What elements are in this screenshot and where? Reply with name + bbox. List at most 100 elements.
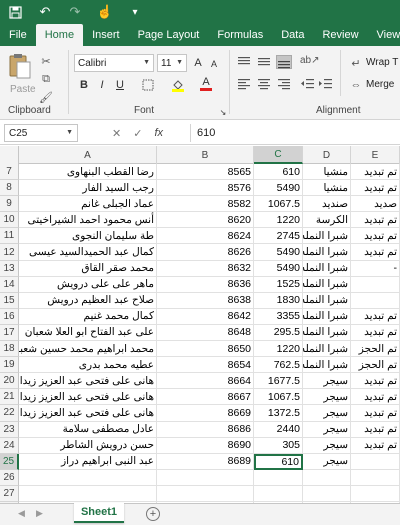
cell-c[interactable]: 1067.5 (254, 196, 303, 213)
cell-a[interactable]: على عبد الفتاح ابو العلا شعبان (19, 324, 157, 342)
row-header[interactable]: 21 (0, 389, 19, 406)
cell-b[interactable]: 8636 (157, 276, 254, 293)
cell-d[interactable]: منشيا (303, 164, 351, 181)
cell-e[interactable]: تم تبديد (351, 389, 400, 406)
cell-e[interactable]: تم تبديد (351, 228, 400, 245)
formula-input[interactable]: 610 (190, 124, 396, 142)
cell-e[interactable] (351, 469, 400, 486)
cell-b[interactable] (157, 485, 254, 502)
borders-icon[interactable] (140, 77, 156, 93)
prev-sheet-icon[interactable]: ◀ (18, 508, 25, 519)
cell-d[interactable]: شبرا النمله (303, 228, 351, 245)
align-top-icon[interactable] (236, 55, 252, 69)
cell-b[interactable]: 8642 (157, 308, 254, 325)
cell-e[interactable]: - (351, 260, 400, 277)
cell-d[interactable]: صنديد (303, 196, 351, 213)
align-middle-icon[interactable] (256, 55, 272, 69)
cell-d[interactable]: سيجر (303, 421, 351, 438)
row-header[interactable]: 9 (0, 196, 19, 213)
cell-b[interactable]: 8667 (157, 389, 254, 406)
cell-a[interactable] (19, 485, 157, 502)
cell-a[interactable]: محمد ابراهيم محمد حسين شعبان (19, 341, 157, 358)
font-size-dropdown[interactable]: 11 ▼ (157, 54, 187, 72)
underline-icon[interactable]: U (112, 77, 128, 93)
column-header-b[interactable]: B (157, 146, 254, 164)
cell-d[interactable]: سيجر (303, 405, 351, 422)
tab-formulas[interactable]: Formulas (208, 24, 272, 46)
row-header[interactable]: 18 (0, 341, 19, 358)
row-header[interactable]: 7 (0, 164, 19, 181)
font-color-icon[interactable]: A (198, 76, 214, 92)
cell-d[interactable]: شبرا النمله (303, 308, 351, 325)
tab-page-layout[interactable]: Page Layout (129, 24, 209, 46)
undo-icon[interactable]: ↶ (36, 3, 54, 21)
cell-a[interactable]: حسن درويش الشاطر (19, 437, 157, 454)
cell-e[interactable] (351, 453, 400, 470)
redo-icon[interactable]: ↷ (66, 3, 84, 21)
cell-d[interactable]: سيجر (303, 453, 351, 470)
tab-data[interactable]: Data (272, 24, 313, 46)
cell-c[interactable]: 295.5 (254, 324, 303, 342)
cell-a[interactable]: طة سليمان النجوى (19, 228, 157, 245)
cell-e[interactable]: تم الحجز (351, 357, 400, 374)
align-center-icon[interactable] (256, 77, 272, 91)
cell-b[interactable]: 8624 (157, 228, 254, 245)
orientation-icon[interactable]: ab↗ (300, 55, 320, 69)
cell-c[interactable]: 1677.5 (254, 373, 303, 390)
fill-color-icon[interactable] (170, 77, 186, 93)
decrease-indent-icon[interactable] (300, 77, 316, 91)
cell-e[interactable]: تم تبديد (351, 308, 400, 325)
align-right-icon[interactable] (276, 77, 292, 91)
cell-e[interactable]: تم تبديد (351, 164, 400, 181)
row-header[interactable]: 24 (0, 437, 19, 454)
cell-d[interactable]: شبرا النمله (303, 324, 351, 342)
cell-b[interactable]: 8638 (157, 292, 254, 309)
cell-b[interactable]: 8620 (157, 212, 254, 229)
cancel-icon[interactable]: ✕ (112, 127, 121, 140)
cell-a[interactable]: عبد النبى ابراهيم دراز (19, 453, 157, 470)
cell-e[interactable]: تم تبديد (351, 373, 400, 390)
cell-e[interactable] (351, 292, 400, 309)
cell-d[interactable]: سيجر (303, 373, 351, 390)
cell-c[interactable]: 2745 (254, 228, 303, 245)
cell-b[interactable]: 8654 (157, 357, 254, 374)
cell-a[interactable]: هانى على فتحى عبد العزيز زيدان (19, 405, 157, 422)
cell-e[interactable]: تم تبديد (351, 244, 400, 261)
cell-b[interactable]: 8669 (157, 405, 254, 422)
cell-b[interactable]: 8664 (157, 373, 254, 390)
cell-a[interactable] (19, 469, 157, 486)
name-box[interactable]: C25 ▼ (4, 124, 78, 142)
cell-d[interactable]: الكرسة (303, 212, 351, 229)
cell-e[interactable] (351, 276, 400, 293)
cell-c[interactable]: 305 (254, 437, 303, 454)
cell-d[interactable]: سيجر (303, 389, 351, 406)
cell-b[interactable]: 8650 (157, 341, 254, 358)
cell-b[interactable]: 8648 (157, 324, 254, 342)
cell-c[interactable]: 1220 (254, 212, 303, 229)
row-header[interactable]: 11 (0, 228, 19, 245)
cell-e[interactable]: تم تبديد (351, 324, 400, 342)
format-painter-icon[interactable]: 🖌 (38, 90, 54, 104)
row-header[interactable]: 27 (0, 485, 19, 502)
cell-c[interactable]: 1372.5 (254, 405, 303, 422)
cell-b[interactable]: 8632 (157, 260, 254, 277)
add-sheet-icon[interactable]: + (146, 507, 160, 521)
cell-b[interactable]: 8565 (157, 164, 254, 181)
row-header[interactable]: 10 (0, 212, 19, 229)
tab-view[interactable]: View (368, 24, 400, 46)
tab-file[interactable]: File (0, 24, 36, 46)
enter-icon[interactable]: ✓ (133, 127, 142, 140)
row-header[interactable]: 15 (0, 292, 19, 309)
row-header[interactable]: 12 (0, 244, 19, 261)
cell-e[interactable]: تم تبديد (351, 180, 400, 197)
cell-b[interactable] (157, 469, 254, 486)
insert-function-icon[interactable]: fx (154, 127, 163, 139)
row-header[interactable]: 16 (0, 308, 19, 325)
font-name-dropdown[interactable]: Calibri ▼ (74, 54, 154, 72)
cell-a[interactable]: كمال عبد الحميدالسيد عيسى (19, 244, 157, 261)
cell-b[interactable]: 8576 (157, 180, 254, 197)
cell-c[interactable]: 5490 (254, 260, 303, 277)
row-header[interactable]: 23 (0, 421, 19, 438)
next-sheet-icon[interactable]: ▶ (36, 508, 43, 519)
tab-insert[interactable]: Insert (83, 24, 129, 46)
